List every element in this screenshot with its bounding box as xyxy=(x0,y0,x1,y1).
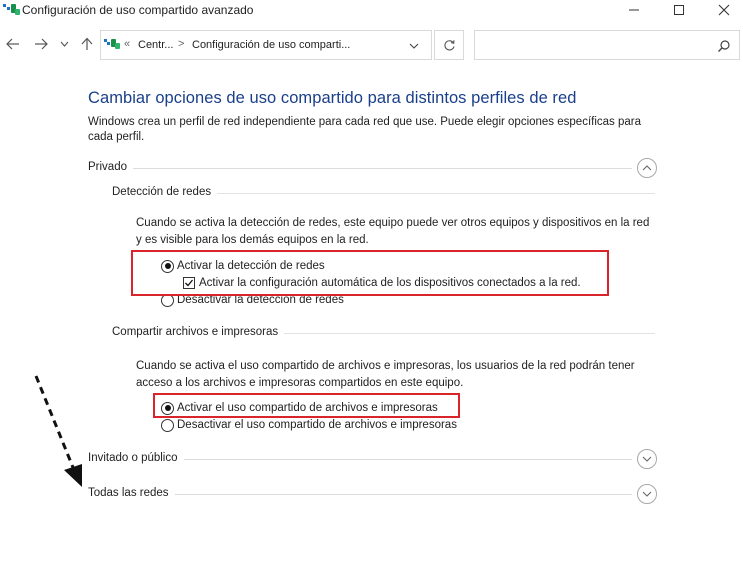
arrow-up-icon xyxy=(81,37,93,50)
option-label: Desactivar el uso compartido de archivos… xyxy=(177,419,457,431)
title-bar: Configuración de uso compartido avanzado xyxy=(0,0,743,22)
network-discovery-header: Detección de redes xyxy=(112,185,655,201)
chevron-up-icon xyxy=(642,165,652,171)
refresh-icon xyxy=(443,39,455,50)
search-icon xyxy=(717,39,731,53)
file-printer-sharing-header: Compartir archivos e impresoras xyxy=(112,325,655,341)
chevron-down-icon xyxy=(409,43,419,49)
arrow-left-icon xyxy=(6,38,19,50)
refresh-button[interactable] xyxy=(434,30,464,60)
up-button[interactable] xyxy=(77,35,97,53)
option-label: Activar la detección de redes xyxy=(177,260,325,272)
option-label: Activar el uso compartido de archivos e … xyxy=(177,402,438,414)
chevron-down-icon xyxy=(642,456,652,462)
annotation-arrow xyxy=(34,375,82,487)
navigation-bar: « Centr... > Configuración de uso compar… xyxy=(0,27,743,61)
minimize-button[interactable] xyxy=(612,0,656,20)
file-printer-sharing-description: Cuando se activa el uso compartido de ar… xyxy=(136,360,635,389)
network-discovery-description: Cuando se activa la detección de redes, … xyxy=(136,217,650,246)
page-intro: Windows crea un perfil de red independie… xyxy=(88,116,641,143)
divider xyxy=(88,168,632,169)
address-dropdown-button[interactable] xyxy=(407,39,421,53)
arrow-right-icon xyxy=(35,38,48,50)
breadcrumb-separator[interactable]: > xyxy=(178,38,184,50)
radio-button[interactable] xyxy=(161,259,174,273)
checkmark-icon xyxy=(185,279,194,287)
close-icon xyxy=(718,4,730,16)
radio-enable-file-printer-sharing[interactable]: Activar el uso compartido de archivos e … xyxy=(161,400,438,416)
expand-button[interactable] xyxy=(637,484,657,504)
profile-all-networks-header[interactable]: Todas las redes xyxy=(88,484,658,504)
network-sharing-icon xyxy=(3,3,21,17)
profile-private-header[interactable]: Privado xyxy=(88,158,658,178)
network-discovery-label: Detección de redes xyxy=(112,186,218,198)
page-title: Cambiar opciones de uso compartido para … xyxy=(88,89,577,107)
recent-locations-button[interactable] xyxy=(57,35,71,53)
checkbox-auto-setup-devices[interactable]: Activar la configuración automática de l… xyxy=(183,275,581,291)
profile-guest-public-label: Invitado o público xyxy=(88,452,184,464)
search-box[interactable] xyxy=(474,30,740,60)
radio-button[interactable] xyxy=(161,401,174,415)
back-button[interactable] xyxy=(3,35,23,53)
network-sharing-icon xyxy=(104,38,120,51)
radio-disable-file-printer-sharing[interactable]: Desactivar el uso compartido de archivos… xyxy=(161,417,457,433)
collapse-button[interactable] xyxy=(637,158,657,178)
chevron-down-icon xyxy=(60,41,68,47)
address-bar[interactable]: « Centr... > Configuración de uso compar… xyxy=(100,30,432,60)
profile-guest-public-header[interactable]: Invitado o público xyxy=(88,449,658,469)
breadcrumb-item[interactable]: Configuración de uso comparti... xyxy=(192,39,350,51)
checkbox[interactable] xyxy=(183,277,195,289)
option-label: Activar la configuración automática de l… xyxy=(199,277,581,289)
expand-button[interactable] xyxy=(637,449,657,469)
maximize-button[interactable] xyxy=(657,0,701,20)
profile-all-networks-label: Todas las redes xyxy=(88,487,175,499)
profile-private-label: Privado xyxy=(88,161,133,173)
chevron-down-icon xyxy=(642,491,652,497)
radio-disable-network-discovery[interactable]: Desactivar la detección de redes xyxy=(161,292,344,308)
radio-button[interactable] xyxy=(161,293,174,307)
maximize-icon xyxy=(674,5,684,15)
window-title: Configuración de uso compartido avanzado xyxy=(22,3,254,17)
breadcrumb-overflow[interactable]: « xyxy=(124,38,130,50)
radio-button[interactable] xyxy=(161,418,174,432)
minimize-icon xyxy=(629,9,639,11)
file-printer-sharing-label: Compartir archivos e impresoras xyxy=(112,326,285,338)
option-label: Desactivar la detección de redes xyxy=(177,294,344,306)
radio-enable-network-discovery[interactable]: Activar la detección de redes xyxy=(161,258,325,274)
forward-button[interactable] xyxy=(31,35,51,53)
breadcrumb-item[interactable]: Centr... xyxy=(138,39,173,51)
close-button[interactable] xyxy=(702,0,743,20)
